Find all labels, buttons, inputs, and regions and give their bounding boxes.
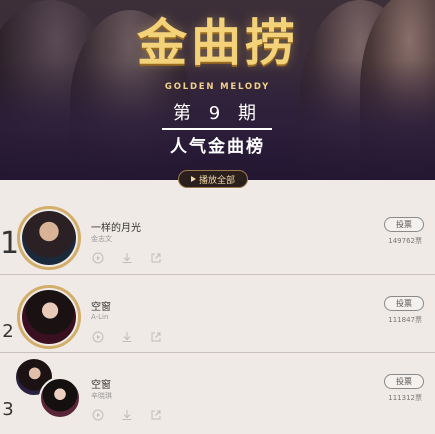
vote-count: 149762票: [388, 237, 422, 245]
banner: 金曲捞 GOLDEN MELODY 第 9 期 人气金曲榜: [0, 0, 435, 180]
download-icon[interactable]: [120, 330, 133, 343]
song-row[interactable]: 3 空窗 辛晓琪 投票 111312票: [0, 352, 435, 430]
avatar[interactable]: [17, 285, 83, 351]
issue-number: 第 9 期: [173, 103, 262, 124]
singer-photo: [22, 211, 76, 265]
vote-count: 111847票: [388, 316, 422, 324]
singer-photo: [22, 290, 76, 344]
chart-title: 人气金曲榜: [170, 137, 265, 157]
play-icon: [190, 176, 196, 182]
avatar[interactable]: [14, 357, 83, 429]
song-title[interactable]: 一样的月光: [91, 219, 141, 234]
song-title[interactable]: 空窗: [91, 376, 111, 391]
divider: [162, 128, 272, 130]
avatar[interactable]: [17, 206, 83, 272]
song-actions: [91, 408, 162, 421]
logo-subtitle: GOLDEN MELODY: [164, 82, 271, 92]
song-title[interactable]: 空窗: [91, 298, 111, 313]
rank-number: 1: [0, 226, 20, 261]
play-all-button[interactable]: 播放全部: [178, 170, 248, 188]
page: 金曲捞 GOLDEN MELODY 第 9 期 人气金曲榜 播放全部 1 一样的…: [0, 0, 435, 434]
play-icon[interactable]: [91, 251, 104, 264]
song-row[interactable]: 1 一样的月光 金志文 投票 149762票: [0, 196, 435, 274]
download-icon[interactable]: [120, 251, 133, 264]
song-actions: [91, 330, 162, 343]
vote-button[interactable]: 投票: [384, 217, 424, 232]
rank-number: 2: [2, 321, 14, 342]
share-icon[interactable]: [149, 330, 162, 343]
singer-name: 金志文: [91, 235, 112, 243]
vote-button[interactable]: 投票: [384, 296, 424, 311]
share-icon[interactable]: [149, 251, 162, 264]
play-icon[interactable]: [91, 330, 104, 343]
rank-number: 3: [2, 399, 14, 420]
singer-photo: [39, 377, 81, 419]
share-icon[interactable]: [149, 408, 162, 421]
song-list: 1 一样的月光 金志文 投票 149762票 2 空窗 A-Lin 投票 111…: [0, 196, 435, 430]
show-logo: 金曲捞: [118, 4, 318, 86]
singer-name: A-Lin: [91, 313, 109, 321]
play-all-label: 播放全部: [198, 175, 235, 186]
download-icon[interactable]: [120, 408, 133, 421]
logo-text: 金曲捞: [137, 13, 299, 72]
song-actions: [91, 251, 162, 264]
vote-count: 111312票: [388, 394, 422, 402]
song-row[interactable]: 2 空窗 A-Lin 投票 111847票: [0, 274, 435, 352]
singer-name: 辛晓琪: [91, 392, 112, 400]
play-icon[interactable]: [91, 408, 104, 421]
vote-button[interactable]: 投票: [384, 374, 424, 389]
